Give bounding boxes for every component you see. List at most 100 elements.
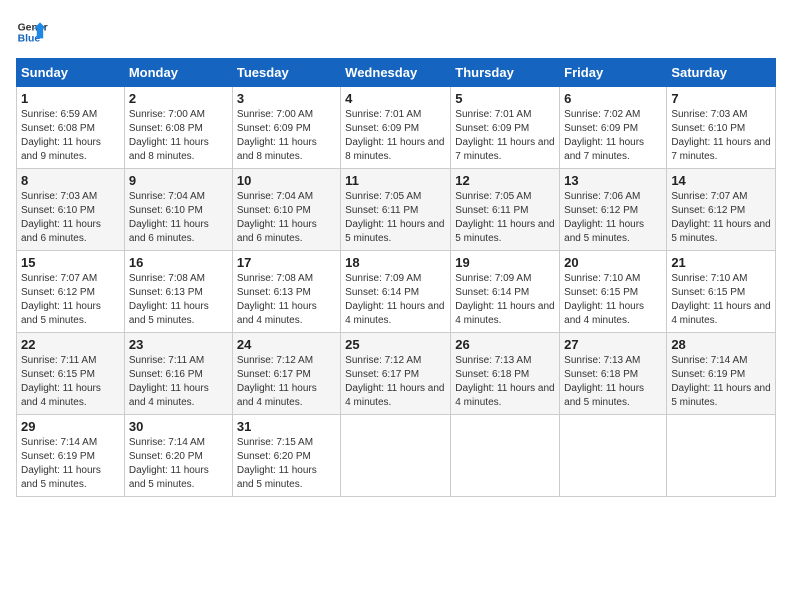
calendar-cell: 19 Sunrise: 7:09 AMSunset: 6:14 PMDaylig… (451, 251, 560, 333)
day-info: Sunrise: 7:01 AMSunset: 6:09 PMDaylight:… (455, 109, 554, 162)
col-header-monday: Monday (124, 59, 232, 87)
day-info: Sunrise: 7:11 AMSunset: 6:16 PMDaylight:… (129, 355, 209, 408)
calendar-cell: 6 Sunrise: 7:02 AMSunset: 6:09 PMDayligh… (560, 87, 667, 169)
day-info: Sunrise: 7:10 AMSunset: 6:15 PMDaylight:… (564, 273, 644, 326)
day-info: Sunrise: 7:07 AMSunset: 6:12 PMDaylight:… (671, 191, 770, 244)
day-number: 18 (345, 255, 446, 270)
day-number: 7 (671, 91, 771, 106)
calendar-cell: 21 Sunrise: 7:10 AMSunset: 6:15 PMDaylig… (667, 251, 776, 333)
day-info: Sunrise: 7:07 AMSunset: 6:12 PMDaylight:… (21, 273, 101, 326)
day-info: Sunrise: 7:05 AMSunset: 6:11 PMDaylight:… (345, 191, 444, 244)
day-number: 13 (564, 173, 662, 188)
day-number: 21 (671, 255, 771, 270)
day-number: 15 (21, 255, 120, 270)
day-info: Sunrise: 7:14 AMSunset: 6:19 PMDaylight:… (21, 437, 101, 490)
day-number: 29 (21, 419, 120, 434)
calendar-cell: 26 Sunrise: 7:13 AMSunset: 6:18 PMDaylig… (451, 333, 560, 415)
day-info: Sunrise: 7:11 AMSunset: 6:15 PMDaylight:… (21, 355, 101, 408)
day-info: Sunrise: 7:10 AMSunset: 6:15 PMDaylight:… (671, 273, 770, 326)
calendar-table: SundayMondayTuesdayWednesdayThursdayFrid… (16, 58, 776, 497)
day-info: Sunrise: 7:08 AMSunset: 6:13 PMDaylight:… (129, 273, 209, 326)
day-info: Sunrise: 7:09 AMSunset: 6:14 PMDaylight:… (455, 273, 554, 326)
day-info: Sunrise: 7:00 AMSunset: 6:09 PMDaylight:… (237, 109, 317, 162)
day-number: 31 (237, 419, 336, 434)
calendar-cell: 27 Sunrise: 7:13 AMSunset: 6:18 PMDaylig… (560, 333, 667, 415)
day-number: 3 (237, 91, 336, 106)
day-info: Sunrise: 7:03 AMSunset: 6:10 PMDaylight:… (21, 191, 101, 244)
day-info: Sunrise: 7:14 AMSunset: 6:20 PMDaylight:… (129, 437, 209, 490)
calendar-cell: 1 Sunrise: 6:59 AMSunset: 6:08 PMDayligh… (17, 87, 125, 169)
logo-icon: General Blue (16, 16, 48, 48)
calendar-cell: 29 Sunrise: 7:14 AMSunset: 6:19 PMDaylig… (17, 415, 125, 497)
day-number: 8 (21, 173, 120, 188)
col-header-friday: Friday (560, 59, 667, 87)
day-number: 9 (129, 173, 228, 188)
calendar-cell: 30 Sunrise: 7:14 AMSunset: 6:20 PMDaylig… (124, 415, 232, 497)
col-header-sunday: Sunday (17, 59, 125, 87)
day-number: 19 (455, 255, 555, 270)
day-info: Sunrise: 7:02 AMSunset: 6:09 PMDaylight:… (564, 109, 644, 162)
day-info: Sunrise: 7:08 AMSunset: 6:13 PMDaylight:… (237, 273, 317, 326)
day-number: 27 (564, 337, 662, 352)
day-number: 23 (129, 337, 228, 352)
col-header-wednesday: Wednesday (341, 59, 451, 87)
calendar-cell: 16 Sunrise: 7:08 AMSunset: 6:13 PMDaylig… (124, 251, 232, 333)
calendar-cell: 23 Sunrise: 7:11 AMSunset: 6:16 PMDaylig… (124, 333, 232, 415)
calendar-cell: 2 Sunrise: 7:00 AMSunset: 6:08 PMDayligh… (124, 87, 232, 169)
calendar-cell (667, 415, 776, 497)
calendar-cell: 28 Sunrise: 7:14 AMSunset: 6:19 PMDaylig… (667, 333, 776, 415)
day-number: 25 (345, 337, 446, 352)
col-header-saturday: Saturday (667, 59, 776, 87)
logo: General Blue (16, 16, 48, 48)
day-info: Sunrise: 7:13 AMSunset: 6:18 PMDaylight:… (455, 355, 554, 408)
col-header-thursday: Thursday (451, 59, 560, 87)
day-info: Sunrise: 7:04 AMSunset: 6:10 PMDaylight:… (237, 191, 317, 244)
day-number: 30 (129, 419, 228, 434)
calendar-cell: 31 Sunrise: 7:15 AMSunset: 6:20 PMDaylig… (232, 415, 340, 497)
calendar-cell: 17 Sunrise: 7:08 AMSunset: 6:13 PMDaylig… (232, 251, 340, 333)
day-number: 22 (21, 337, 120, 352)
day-info: Sunrise: 7:09 AMSunset: 6:14 PMDaylight:… (345, 273, 444, 326)
calendar-cell: 15 Sunrise: 7:07 AMSunset: 6:12 PMDaylig… (17, 251, 125, 333)
day-number: 17 (237, 255, 336, 270)
calendar-cell: 9 Sunrise: 7:04 AMSunset: 6:10 PMDayligh… (124, 169, 232, 251)
day-number: 1 (21, 91, 120, 106)
calendar-cell: 8 Sunrise: 7:03 AMSunset: 6:10 PMDayligh… (17, 169, 125, 251)
day-number: 5 (455, 91, 555, 106)
day-info: Sunrise: 7:04 AMSunset: 6:10 PMDaylight:… (129, 191, 209, 244)
calendar-cell: 3 Sunrise: 7:00 AMSunset: 6:09 PMDayligh… (232, 87, 340, 169)
day-number: 6 (564, 91, 662, 106)
day-info: Sunrise: 6:59 AMSunset: 6:08 PMDaylight:… (21, 109, 101, 162)
calendar-cell: 24 Sunrise: 7:12 AMSunset: 6:17 PMDaylig… (232, 333, 340, 415)
calendar-cell: 13 Sunrise: 7:06 AMSunset: 6:12 PMDaylig… (560, 169, 667, 251)
day-number: 10 (237, 173, 336, 188)
page-header: General Blue (16, 16, 776, 48)
day-info: Sunrise: 7:00 AMSunset: 6:08 PMDaylight:… (129, 109, 209, 162)
calendar-cell: 10 Sunrise: 7:04 AMSunset: 6:10 PMDaylig… (232, 169, 340, 251)
day-number: 4 (345, 91, 446, 106)
calendar-cell: 14 Sunrise: 7:07 AMSunset: 6:12 PMDaylig… (667, 169, 776, 251)
day-number: 2 (129, 91, 228, 106)
day-info: Sunrise: 7:13 AMSunset: 6:18 PMDaylight:… (564, 355, 644, 408)
calendar-cell: 20 Sunrise: 7:10 AMSunset: 6:15 PMDaylig… (560, 251, 667, 333)
day-info: Sunrise: 7:06 AMSunset: 6:12 PMDaylight:… (564, 191, 644, 244)
day-info: Sunrise: 7:12 AMSunset: 6:17 PMDaylight:… (237, 355, 317, 408)
col-header-tuesday: Tuesday (232, 59, 340, 87)
calendar-cell: 25 Sunrise: 7:12 AMSunset: 6:17 PMDaylig… (341, 333, 451, 415)
day-info: Sunrise: 7:01 AMSunset: 6:09 PMDaylight:… (345, 109, 444, 162)
day-number: 26 (455, 337, 555, 352)
day-number: 20 (564, 255, 662, 270)
day-info: Sunrise: 7:03 AMSunset: 6:10 PMDaylight:… (671, 109, 770, 162)
day-number: 24 (237, 337, 336, 352)
calendar-cell: 22 Sunrise: 7:11 AMSunset: 6:15 PMDaylig… (17, 333, 125, 415)
calendar-cell (560, 415, 667, 497)
day-number: 12 (455, 173, 555, 188)
day-info: Sunrise: 7:15 AMSunset: 6:20 PMDaylight:… (237, 437, 317, 490)
calendar-cell: 5 Sunrise: 7:01 AMSunset: 6:09 PMDayligh… (451, 87, 560, 169)
day-number: 14 (671, 173, 771, 188)
day-number: 16 (129, 255, 228, 270)
calendar-cell: 7 Sunrise: 7:03 AMSunset: 6:10 PMDayligh… (667, 87, 776, 169)
calendar-cell: 11 Sunrise: 7:05 AMSunset: 6:11 PMDaylig… (341, 169, 451, 251)
calendar-cell: 18 Sunrise: 7:09 AMSunset: 6:14 PMDaylig… (341, 251, 451, 333)
calendar-cell: 4 Sunrise: 7:01 AMSunset: 6:09 PMDayligh… (341, 87, 451, 169)
